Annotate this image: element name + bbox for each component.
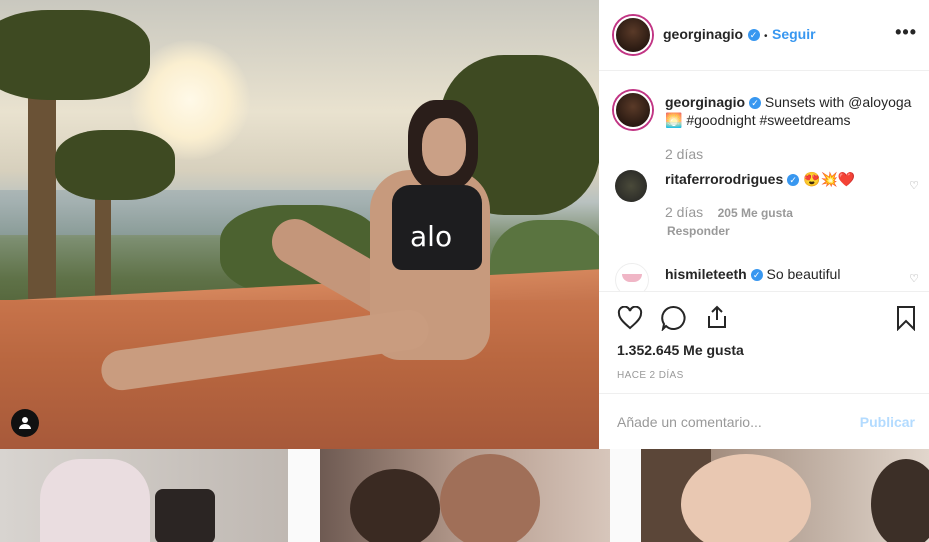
smile-icon [622, 274, 642, 282]
like-comment-icon[interactable]: ♡ [909, 272, 919, 285]
post-panel: georginagio ✓ • Seguir ••• georginagio ✓… [599, 0, 929, 449]
comment-avatar[interactable] [615, 170, 647, 202]
verified-icon: ✓ [750, 269, 763, 282]
comment-input[interactable]: Añade un comentario... [617, 414, 762, 430]
verified-icon: ✓ [749, 97, 762, 110]
thumbnail-figure [681, 454, 811, 542]
reply-button[interactable]: Responder [667, 224, 730, 238]
palm-leaves [55, 130, 175, 200]
likes-count[interactable]: 1.352.645 Me gusta [617, 342, 744, 358]
post-photo[interactable]: alo [0, 0, 599, 449]
add-comment-bar: Añade un comentario... Publicar [599, 393, 929, 450]
top-logo: alo [410, 220, 453, 253]
wall [0, 300, 599, 449]
comment-icon[interactable] [661, 305, 687, 331]
thumbnail-figure [40, 459, 150, 542]
comment-text: So beautiful [766, 266, 841, 282]
comment-time: 2 días [665, 204, 704, 220]
user-icon [19, 417, 31, 429]
profile-grid [0, 449, 929, 542]
grid-thumbnail[interactable] [0, 449, 288, 542]
thumbnail-figure [871, 459, 929, 542]
caption-time: 2 días [665, 146, 704, 162]
caption-avatar[interactable] [614, 91, 652, 129]
separator: • [764, 31, 768, 42]
publish-button[interactable]: Publicar [860, 414, 915, 430]
comment-item: hismileteeth ✓ So beautiful [665, 265, 840, 283]
comment-meta: 2 días 205 Me gusta [665, 204, 793, 222]
grid-thumbnail[interactable] [641, 449, 929, 542]
thumbnail-bag [155, 489, 215, 542]
like-icon[interactable] [617, 306, 643, 330]
follow-button[interactable]: Seguir [772, 26, 816, 42]
comments-list[interactable]: georginagio ✓ Sunsets with @aloyoga 🌅 #g… [599, 71, 929, 292]
like-comment-icon[interactable]: ♡ [909, 179, 919, 192]
post-header: georginagio ✓ • Seguir ••• [599, 0, 929, 71]
thumbnail-figure [350, 469, 440, 542]
comment-username[interactable]: hismileteeth [665, 266, 747, 282]
face [422, 118, 466, 176]
comment-likes[interactable]: 205 Me gusta [718, 206, 793, 220]
tagged-users-button[interactable] [11, 409, 39, 437]
share-icon[interactable] [705, 304, 729, 330]
verified-icon: ✓ [787, 174, 800, 187]
grid-thumbnail[interactable] [320, 449, 610, 542]
more-options-icon[interactable]: ••• [895, 22, 917, 43]
author-avatar[interactable] [614, 16, 652, 54]
thumbnail-figure [440, 454, 540, 542]
palm-leaves [0, 10, 150, 100]
caption-username[interactable]: georginagio [665, 94, 745, 110]
post-time: HACE 2 DÍAS [617, 370, 684, 381]
comment-avatar[interactable] [615, 263, 649, 291]
verified-icon: ✓ [747, 28, 760, 41]
post-actions: 1.352.645 Me gusta HACE 2 DÍAS [599, 292, 929, 402]
comment-username[interactable]: ritaferrorodrigues [665, 171, 783, 187]
author-username[interactable]: georginagio [663, 26, 743, 42]
caption: georginagio ✓ Sunsets with @aloyoga 🌅 #g… [665, 93, 920, 129]
save-icon[interactable] [896, 305, 916, 331]
comment-text: 😍💥❤️ [803, 171, 856, 187]
comment-item: ritaferrorodrigues ✓ 😍💥❤️ [665, 170, 855, 188]
